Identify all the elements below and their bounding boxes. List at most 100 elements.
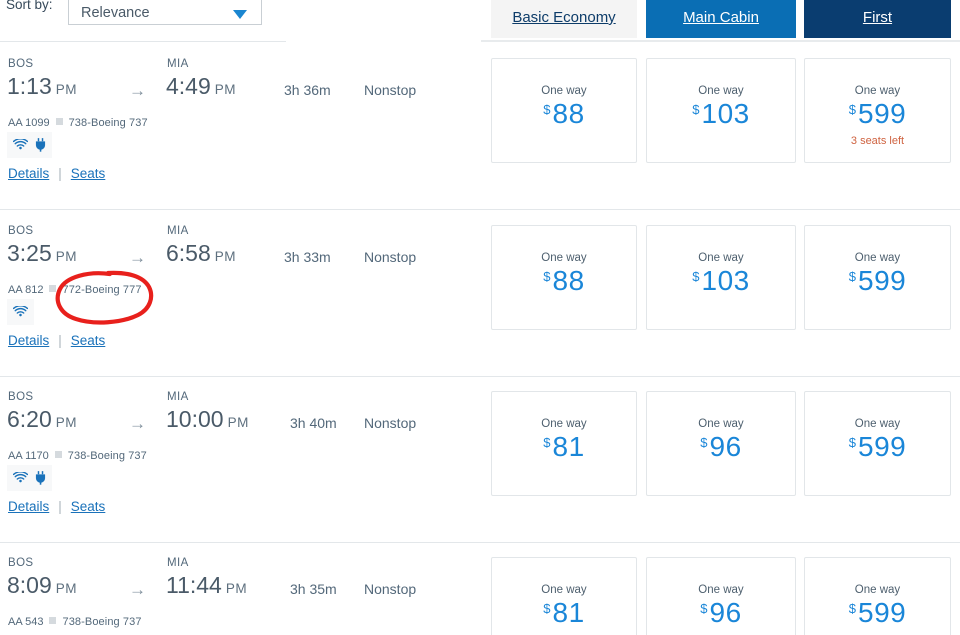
fare-card-main-cabin[interactable]: One way $96 (646, 391, 796, 496)
fare-card-first[interactable]: One way $599 (804, 557, 951, 635)
arrow-right-icon: → (129, 248, 146, 267)
depart-airport-code: BOS (8, 557, 34, 569)
currency-symbol: $ (543, 102, 551, 117)
fare-price: $599 (805, 265, 950, 297)
arrive-airport-code: MIA (167, 557, 189, 569)
details-link[interactable]: Details (8, 499, 49, 514)
arrow-right-icon: → (129, 414, 146, 433)
depart-meridiem: PM (55, 82, 78, 97)
fare-amount: 81 (552, 597, 585, 628)
depart-airport-code: BOS (8, 58, 34, 70)
wifi-icon (13, 472, 28, 484)
row-divider (0, 542, 960, 543)
flight-number: AA 1170 (8, 450, 49, 462)
depart-time: 1:13 PM (7, 73, 78, 99)
fare-amount: 88 (552, 98, 585, 129)
seats-link[interactable]: Seats (71, 333, 106, 348)
fare-amount: 599 (858, 98, 907, 129)
flight-number: AA 1099 (8, 117, 50, 129)
arrive-time: 4:49 PM (166, 73, 237, 99)
fare-type-label: One way (698, 584, 744, 596)
fare-type-label: One way (854, 252, 901, 264)
seats-link[interactable]: Seats (71, 499, 106, 514)
row-links: Details | Seats (8, 499, 105, 514)
fare-cards: One way $81 One way $96 One way $599 (491, 557, 951, 635)
power-outlet-icon (35, 471, 46, 485)
currency-symbol: $ (848, 102, 856, 117)
fare-type-label: One way (541, 252, 587, 264)
wifi-icon (13, 306, 28, 318)
sort-by-select[interactable]: Relevance (68, 0, 262, 25)
seats-link[interactable]: Seats (71, 166, 106, 181)
details-link[interactable]: Details (8, 166, 49, 181)
flight-row[interactable]: BOS 8:09 PM → MIA 11:44 PM 3h 35m Nonstop … (0, 555, 960, 635)
flight-meta: AA 543 738-Boeing 737 (8, 616, 142, 628)
details-link[interactable]: Details (8, 333, 49, 348)
currency-symbol: $ (848, 601, 856, 616)
currency-symbol: $ (692, 269, 700, 284)
fare-card-main-cabin[interactable]: One way $103 (646, 58, 796, 163)
flight-row[interactable]: BOS 6:20 PM → MIA 10:00 PM 3h 40m Nonstop … (0, 389, 960, 543)
fare-type-label: One way (698, 252, 744, 264)
fare-price: $599 (805, 431, 950, 463)
tab-main-cabin-label: Main Cabin (683, 9, 759, 26)
fare-card-first[interactable]: One way $599 3 seats left (804, 58, 951, 163)
flight-stops: Nonstop (364, 581, 417, 597)
aircraft-equipment: 772-Boeing 777 (62, 284, 142, 296)
tab-main-cabin[interactable]: Main Cabin (646, 0, 796, 38)
fare-price: $88 (492, 265, 636, 297)
fare-amount: 599 (858, 265, 907, 296)
currency-symbol: $ (543, 601, 551, 616)
arrive-meridiem: PM (227, 415, 249, 430)
fare-price: $599 (805, 597, 950, 629)
tab-first-label: First (862, 9, 893, 26)
fare-price: $81 (492, 597, 636, 629)
fare-card-main-cabin[interactable]: One way $103 (646, 225, 796, 330)
fare-type-label: One way (854, 584, 901, 596)
tab-basic-economy[interactable]: Basic Economy (491, 0, 637, 38)
flight-schedule: BOS 8:09 PM → MIA 11:44 PM 3h 35m Nonstop (7, 555, 477, 607)
flight-stops: Nonstop (364, 82, 417, 98)
arrive-meridiem: PM (214, 82, 237, 97)
fare-cards: One way $88 One way $103 One way $599 (491, 225, 951, 330)
fare-price: $599 (805, 98, 950, 130)
fare-type-label: One way (698, 85, 744, 97)
tab-basic-economy-label: Basic Economy (512, 9, 616, 26)
arrive-airport-code: MIA (167, 225, 189, 237)
cabin-class-tabs: Basic Economy Main Cabin First (491, 0, 951, 38)
fare-amount: 103 (701, 98, 750, 129)
arrive-time: 11:44 PM (166, 572, 248, 598)
depart-meridiem: PM (55, 415, 78, 430)
sort-by-value: Relevance (81, 5, 150, 21)
fare-card-basic-economy[interactable]: One way $88 (491, 225, 637, 330)
tabs-underline (481, 40, 960, 42)
fare-amount: 599 (858, 597, 907, 628)
fare-card-first[interactable]: One way $599 (804, 225, 951, 330)
aircraft-equipment: 738-Boeing 737 (67, 450, 147, 462)
arrive-airport-code: MIA (167, 58, 189, 70)
fare-card-basic-economy[interactable]: One way $81 (491, 391, 637, 496)
fare-card-basic-economy[interactable]: One way $81 (491, 557, 637, 635)
flight-row[interactable]: BOS 3:25 PM → MIA 6:58 PM 3h 33m Nonstop A… (0, 223, 960, 377)
currency-symbol: $ (543, 435, 551, 450)
link-separator: | (58, 166, 62, 181)
fare-amount: 599 (858, 431, 907, 462)
flight-row[interactable]: BOS 1:13 PM → MIA 4:49 PM 3h 36m Nonstop A… (0, 56, 960, 210)
flight-meta: AA 1099 738-Boeing 737 (8, 117, 148, 129)
row-links: Details | Seats (8, 166, 105, 181)
link-separator: | (58, 499, 62, 514)
depart-meridiem: PM (55, 581, 78, 596)
flight-duration: 3h 36m (284, 82, 331, 98)
fare-card-first[interactable]: One way $599 (804, 391, 951, 496)
wifi-icon (13, 139, 28, 151)
fare-card-basic-economy[interactable]: One way $88 (491, 58, 637, 163)
amenities-group (7, 132, 52, 158)
arrow-right-icon: → (129, 81, 146, 100)
flight-duration: 3h 40m (290, 415, 337, 431)
sort-by-label: Sort by: (6, 0, 53, 12)
fare-card-main-cabin[interactable]: One way $96 (646, 557, 796, 635)
amenities-group (7, 465, 52, 491)
fare-cards: One way $88 One way $103 One way $599 3 … (491, 58, 951, 163)
row-links: Details | Seats (8, 333, 105, 348)
tab-first[interactable]: First (804, 0, 951, 38)
